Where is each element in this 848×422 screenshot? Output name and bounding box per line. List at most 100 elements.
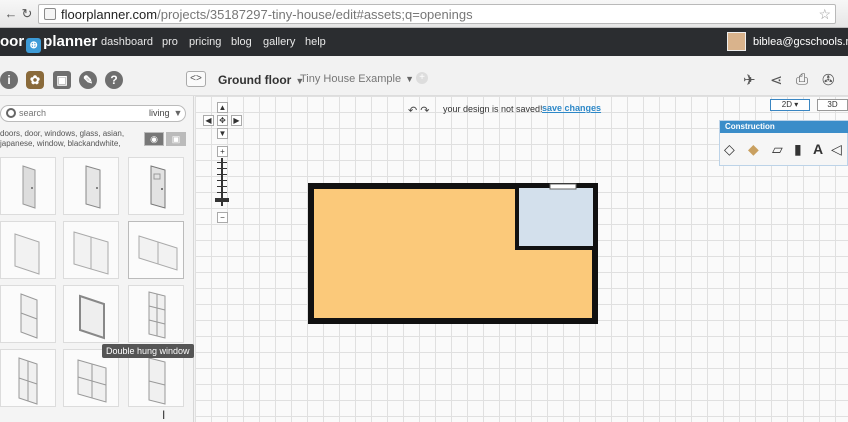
info-icon[interactable]: i [0, 71, 18, 89]
user-avatar[interactable] [727, 32, 746, 51]
bookmark-star-icon[interactable]: ☆ [818, 6, 831, 23]
category-select[interactable]: living ▼ [149, 108, 182, 118]
window-on-wall[interactable] [549, 183, 577, 190]
search-icon [6, 108, 16, 118]
window-thumbnail-icon [138, 235, 178, 271]
draw-room-tool-icon[interactable]: ◇ [724, 141, 735, 158]
window-thumbnail-icon [79, 294, 105, 340]
page-icon [44, 8, 56, 20]
logo-mark-icon: ⊕ [26, 38, 42, 53]
floorplan-canvas[interactable]: ▲ ◀ ✥ ▶ ▼ + − ↶ ↷ your design is not sav… [195, 96, 848, 422]
pan-down-button[interactable]: ▼ [217, 128, 228, 139]
floorplanner-logo[interactable]: oor ⊕ planner [0, 33, 97, 53]
reload-icon[interactable]: ↻ [20, 6, 34, 22]
collapse-sidebar-button[interactable]: <> [186, 71, 206, 87]
furniture-library-icon[interactable]: ✿ [26, 71, 44, 89]
library-item-door[interactable] [63, 157, 119, 215]
item-tooltip: Double hung window [102, 344, 194, 358]
app-window: ← ↻ floorplanner.com/projects/35187297-t… [0, 0, 848, 422]
project-dropdown[interactable]: Tiny House Example ▼ [300, 73, 414, 85]
library-item-door[interactable] [128, 157, 184, 215]
library-item-window[interactable] [0, 285, 56, 343]
back-arrow-icon[interactable]: ← [4, 6, 18, 22]
door-tool-icon[interactable]: ▮ [794, 141, 802, 158]
pan-right-button[interactable]: ▶ [231, 115, 242, 126]
view-2d-toggle[interactable]: 2D ▾ [770, 99, 810, 111]
library-item-window[interactable] [63, 285, 119, 343]
undo-icon[interactable]: ↶ [408, 105, 417, 117]
zoom-slider-handle[interactable] [215, 198, 229, 202]
zoom-tick [217, 162, 227, 163]
construction-panel: Construction ◇ ◆ ▱ ▮ A ◁ [719, 120, 848, 166]
window-thumbnail-icon [77, 359, 107, 403]
text-tool-icon[interactable]: A [813, 141, 823, 157]
library-item-window[interactable] [128, 221, 184, 279]
window-thumbnail-icon [148, 291, 166, 339]
nav-link-pricing[interactable]: pricing [189, 36, 221, 48]
door-thumbnail-icon [150, 165, 166, 209]
window-thumbnail-icon [148, 357, 166, 405]
wall-tool-icon[interactable]: ▱ [772, 141, 783, 158]
zoom-out-button[interactable]: − [217, 212, 228, 223]
url-text: floorplanner.com/projects/35187297-tiny-… [61, 7, 473, 22]
redo-icon[interactable]: ↷ [420, 105, 429, 117]
zoom-tick [217, 192, 227, 193]
export-icon[interactable]: ✈ [743, 71, 756, 89]
dimension-tool-icon[interactable]: ◁ [831, 141, 842, 158]
help-icon[interactable]: ? [105, 71, 123, 89]
wrench-icon[interactable]: ✇ [822, 71, 835, 89]
nav-link-pro[interactable]: pro [162, 36, 178, 48]
zoom-tick [217, 186, 227, 187]
floor-plan-drawing[interactable] [308, 183, 598, 325]
library-item-window[interactable] [0, 221, 56, 279]
url-field[interactable]: floorplanner.com/projects/35187297-tiny-… [38, 4, 836, 24]
view-2d-items-button[interactable]: ▣ [166, 132, 186, 146]
nav-link-blog[interactable]: blog [231, 36, 252, 48]
top-navigation: oor ⊕ planner dashboard pro pricing blog g… [0, 28, 848, 56]
pan-up-button[interactable]: ▲ [217, 102, 228, 113]
window-thumbnail-icon [14, 233, 40, 275]
save-status: your design is not saved! [443, 104, 543, 114]
camera-icon[interactable]: ▣ [53, 71, 71, 89]
zoom-in-button[interactable]: + [217, 146, 228, 157]
library-sidebar: living▼ doors, door, windows, glass, asi… [0, 96, 194, 422]
view-3d-items-button[interactable]: ◉ [144, 132, 164, 146]
zoom-tick [217, 180, 227, 181]
pan-left-button[interactable]: ◀ [203, 115, 214, 126]
surface-tool-icon[interactable]: ◆ [748, 141, 759, 158]
window-thumbnail-icon [20, 293, 38, 339]
zoom-tick [217, 168, 227, 169]
nav-link-dashboard[interactable]: dashboard [101, 36, 153, 48]
library-item-window[interactable] [0, 349, 56, 407]
nav-link-gallery[interactable]: gallery [263, 36, 295, 48]
library-search[interactable]: living▼ [0, 105, 186, 122]
library-item-door[interactable] [0, 157, 56, 215]
print-icon[interactable]: ⎙ [796, 71, 808, 88]
text-cursor-icon: I [162, 408, 166, 422]
view-3d-toggle[interactable]: 3D [817, 99, 848, 111]
browser-address-bar: ← ↻ floorplanner.com/projects/35187297-t… [0, 0, 848, 28]
editor-toolbar: i ✿ ▣ ✎ ? <> Ground floor ▼ Tiny House Ex… [0, 56, 848, 96]
share-icon[interactable]: ⋖ [770, 71, 783, 89]
tag-list[interactable]: doors, door, windows, glass, asian, japa… [0, 129, 130, 149]
pan-center-button[interactable]: ✥ [217, 115, 228, 126]
window-thumbnail-icon [18, 357, 38, 405]
library-item-window[interactable] [63, 221, 119, 279]
floor-dropdown[interactable]: Ground floor ▼ [218, 73, 304, 87]
search-input[interactable] [19, 108, 129, 118]
add-floor-button[interactable]: + [416, 72, 428, 84]
library-item-window[interactable] [128, 285, 184, 343]
chevron-down-icon: ▼ [405, 74, 415, 84]
nav-link-help[interactable]: help [305, 36, 326, 48]
room-small[interactable] [515, 184, 597, 250]
chevron-down-icon: ▼ [173, 108, 183, 118]
settings-brush-icon[interactable]: ✎ [79, 71, 97, 89]
door-thumbnail-icon [22, 165, 36, 209]
user-email[interactable]: biblea@gcschools.net [753, 36, 848, 48]
undo-redo-group: ↶ ↷ [408, 104, 430, 117]
door-thumbnail-icon [85, 165, 101, 209]
zoom-tick [217, 174, 227, 175]
window-thumbnail-icon [73, 231, 109, 275]
construction-title: Construction [720, 121, 848, 133]
save-changes-link[interactable]: save changes [542, 103, 601, 113]
